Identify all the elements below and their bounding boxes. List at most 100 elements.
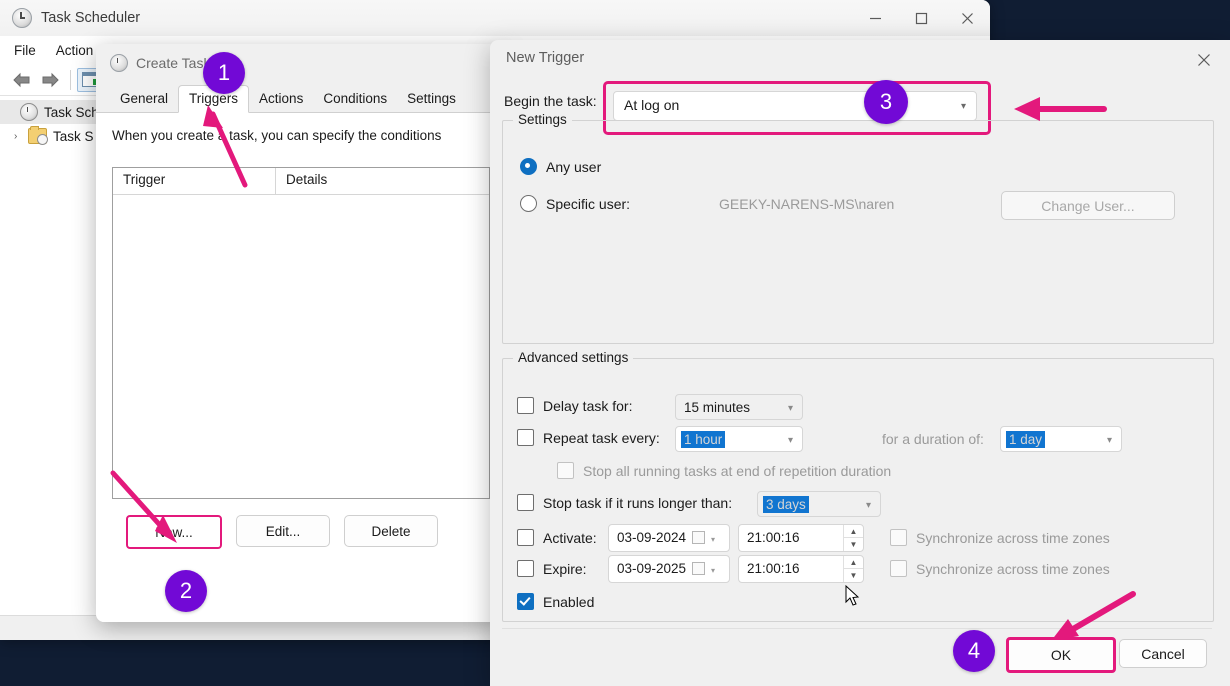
repeat-task-value: 1 hour xyxy=(681,431,726,448)
chevron-down-icon[interactable]: ▾ xyxy=(1107,435,1112,446)
checkbox-repeat-task[interactable] xyxy=(517,429,534,446)
checkbox-delay-task[interactable] xyxy=(517,397,534,414)
tree-item-label: Task S xyxy=(53,128,94,144)
spinner-down-icon[interactable]: ▼ xyxy=(844,568,863,582)
activate-date-value: 03-09-2024 xyxy=(617,530,687,545)
activate-option[interactable]: Activate: xyxy=(517,529,597,546)
column-header-trigger[interactable]: Trigger xyxy=(113,168,276,194)
create-task-title: Create Task xyxy=(136,55,211,71)
window-controls xyxy=(852,0,990,36)
spinner-control[interactable]: ▲ ▼ xyxy=(843,525,863,551)
checkbox-activate[interactable] xyxy=(517,529,534,546)
repeat-task-combo[interactable]: 1 hour ▾ xyxy=(675,426,803,452)
stop-task-value: 3 days xyxy=(763,496,809,513)
stop-all-running-option[interactable]: Stop all running tasks at end of repetit… xyxy=(557,462,891,479)
chevron-down-icon[interactable]: ▾ xyxy=(788,403,793,414)
sync-expire-option[interactable]: Synchronize across time zones xyxy=(890,560,1110,577)
clock-icon xyxy=(20,103,38,121)
new-trigger-titlebar: New Trigger xyxy=(490,40,1230,76)
forward-arrow-icon[interactable] xyxy=(36,68,64,92)
enabled-option[interactable]: Enabled xyxy=(517,593,594,610)
tab-settings[interactable]: Settings xyxy=(397,86,466,112)
triggers-list-header: Trigger Details xyxy=(113,168,489,195)
sync-expire-label: Synchronize across time zones xyxy=(916,560,1110,577)
annotation-badge-3: 3 xyxy=(864,80,908,124)
checkbox-enabled[interactable] xyxy=(517,593,534,610)
expire-date-value: 03-09-2025 xyxy=(617,561,687,576)
ok-button[interactable]: OK xyxy=(1006,637,1116,673)
checkbox-stop-task[interactable] xyxy=(517,494,534,511)
radio-any-user[interactable] xyxy=(520,158,537,175)
triggers-tab-pane: When you create a task, you can specify … xyxy=(96,113,506,622)
checkbox-sync-expire[interactable] xyxy=(890,560,907,577)
calendar-icon[interactable] xyxy=(692,562,705,575)
edit-trigger-button[interactable]: Edit... xyxy=(236,515,330,547)
duration-value: 1 day xyxy=(1006,431,1046,448)
create-task-tabs: General Triggers Actions Conditions Sett… xyxy=(96,82,506,113)
trigger-action-buttons: New... Edit... Delete xyxy=(96,499,506,549)
checkbox-stop-all-running[interactable] xyxy=(557,462,574,479)
stop-task-option[interactable]: Stop task if it runs longer than: xyxy=(517,494,732,511)
duration-combo[interactable]: 1 day ▾ xyxy=(1000,426,1122,452)
activate-label: Activate: xyxy=(543,529,597,546)
close-icon[interactable] xyxy=(1190,48,1218,72)
chevron-down-icon[interactable]: ▾ xyxy=(711,566,715,575)
checkbox-expire[interactable] xyxy=(517,560,534,577)
cancel-button[interactable]: Cancel xyxy=(1119,639,1207,668)
create-task-titlebar: Create Task xyxy=(96,44,506,82)
change-user-button[interactable]: Change User... xyxy=(1001,191,1175,220)
new-trigger-button[interactable]: New... xyxy=(126,515,222,549)
sync-activate-option[interactable]: Synchronize across time zones xyxy=(890,529,1110,546)
spinner-down-icon[interactable]: ▼ xyxy=(844,537,863,551)
delay-task-option[interactable]: Delay task for: xyxy=(517,397,632,414)
expire-time-value: 21:00:16 xyxy=(747,561,800,576)
new-trigger-title: New Trigger xyxy=(506,50,585,66)
tab-actions[interactable]: Actions xyxy=(249,86,313,112)
delay-task-label: Delay task for: xyxy=(543,397,633,414)
settings-legend: Settings xyxy=(513,112,572,127)
chevron-down-icon[interactable]: ▾ xyxy=(711,535,715,544)
activate-time-spinner[interactable]: 21:00:16 ▲ ▼ xyxy=(738,524,864,552)
checkbox-sync-activate[interactable] xyxy=(890,529,907,546)
screen-root: Task Scheduler File Action Task Sche › T… xyxy=(0,0,1230,686)
repeat-task-label: Repeat task every: xyxy=(543,429,660,446)
spinner-control[interactable]: ▲ ▼ xyxy=(843,556,863,582)
expire-time-spinner[interactable]: 21:00:16 ▲ ▼ xyxy=(738,555,864,583)
tab-conditions[interactable]: Conditions xyxy=(313,86,397,112)
create-task-dialog: Create Task General Triggers Actions Con… xyxy=(96,44,506,622)
expire-date-picker[interactable]: 03-09-2025 ▾ xyxy=(608,555,730,583)
calendar-icon[interactable] xyxy=(692,531,705,544)
task-scheduler-clock-icon xyxy=(12,8,32,28)
chevron-right-icon[interactable]: › xyxy=(14,131,28,142)
repeat-task-option[interactable]: Repeat task every: xyxy=(517,429,660,446)
any-user-label: Any user xyxy=(546,158,602,175)
stop-all-running-label: Stop all running tasks at end of repetit… xyxy=(583,462,892,479)
maximize-icon[interactable] xyxy=(898,0,944,36)
stop-task-label: Stop task if it runs longer than: xyxy=(543,494,733,511)
stop-task-combo[interactable]: 3 days ▾ xyxy=(757,491,881,517)
annotation-badge-2: 2 xyxy=(165,570,207,612)
annotation-badge-1: 1 xyxy=(203,52,245,94)
specific-user-option[interactable]: Specific user: xyxy=(520,195,630,212)
radio-specific-user[interactable] xyxy=(520,195,537,212)
column-header-details[interactable]: Details xyxy=(276,168,327,194)
tab-general[interactable]: General xyxy=(110,86,178,112)
minimize-icon[interactable] xyxy=(852,0,898,36)
back-arrow-icon[interactable] xyxy=(8,68,36,92)
menu-item-file[interactable]: File xyxy=(14,43,36,58)
any-user-option[interactable]: Any user xyxy=(520,158,601,175)
menu-item-action[interactable]: Action xyxy=(56,43,94,58)
settings-groupbox: Settings xyxy=(502,112,1214,344)
activate-date-picker[interactable]: 03-09-2024 ▾ xyxy=(608,524,730,552)
delete-trigger-button[interactable]: Delete xyxy=(344,515,438,547)
enabled-label: Enabled xyxy=(543,593,595,610)
expire-option[interactable]: Expire: xyxy=(517,560,587,577)
chevron-down-icon[interactable]: ▾ xyxy=(866,500,871,511)
triggers-listbox[interactable]: Trigger Details xyxy=(112,167,490,499)
footer-separator xyxy=(502,628,1212,629)
expire-label: Expire: xyxy=(543,560,587,577)
close-icon[interactable] xyxy=(944,0,990,36)
chevron-down-icon[interactable]: ▾ xyxy=(788,435,793,446)
delay-task-combo[interactable]: 15 minutes ▾ xyxy=(675,394,803,420)
duration-label: for a duration of: xyxy=(882,431,984,447)
